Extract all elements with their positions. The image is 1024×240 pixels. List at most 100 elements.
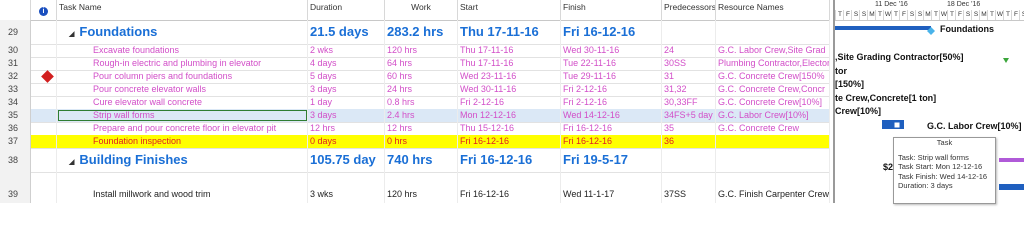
work-cell[interactable]: 24 hrs — [385, 83, 458, 96]
predecessors-cell[interactable]: 31,32 — [662, 83, 716, 96]
start-cell[interactable]: Thu 17-11-16 — [458, 44, 561, 57]
duration-cell[interactable]: 1 day — [308, 96, 385, 109]
task-name-cell[interactable]: Install millwork and wood trim — [57, 172, 308, 203]
table-row[interactable]: 39 Install millwork and wood trim 3 wks … — [0, 172, 830, 203]
table-row[interactable]: 29 ◢ Foundations 21.5 days 283.2 hrs Thu … — [0, 20, 830, 45]
start-cell[interactable]: Wed 23-11-16 — [458, 70, 561, 83]
resource-names-cell[interactable]: G.C. Labor Crew,Site Grad — [716, 44, 830, 57]
start-cell[interactable]: Thu 15-12-16 — [458, 122, 561, 135]
start-cell[interactable]: Mon 12-12-16 — [458, 109, 561, 122]
duration-cell[interactable]: 3 wks — [308, 172, 385, 203]
duration-cell[interactable]: 21.5 days — [308, 20, 385, 44]
task-name-cell[interactable]: Strip wall forms — [57, 109, 308, 122]
work-cell[interactable]: 64 hrs — [385, 57, 458, 70]
resource-names-cell[interactable]: Plumbing Contractor,Elector — [716, 57, 830, 70]
summary-bar[interactable] — [835, 26, 931, 30]
resource-names-cell[interactable] — [716, 20, 830, 44]
column-header-duration[interactable]: Duration — [308, 0, 385, 20]
task-bar-selected[interactable] — [882, 120, 904, 129]
work-cell[interactable]: 2.4 hrs — [385, 109, 458, 122]
task-name-cell[interactable]: Prepare and pour concrete floor in eleva… — [57, 122, 308, 135]
task-name-cell[interactable]: Foundation inspection — [57, 135, 308, 148]
duration-cell[interactable]: 5 days — [308, 70, 385, 83]
resource-names-cell[interactable]: G.C. Concrete Crew[10%] — [716, 96, 830, 109]
collapse-triangle-icon[interactable]: ◢ — [69, 159, 74, 166]
work-cell[interactable]: 120 hrs — [385, 172, 458, 203]
predecessors-cell[interactable] — [662, 148, 716, 172]
duration-cell[interactable]: 2 wks — [308, 44, 385, 57]
start-cell[interactable]: Fri 16-12-16 — [458, 148, 561, 172]
finish-cell[interactable]: Fri 2-12-16 — [561, 83, 662, 96]
finish-cell[interactable]: Fri 16-12-16 — [561, 135, 662, 148]
task-bar[interactable] — [999, 184, 1024, 190]
finish-cell[interactable]: Fri 19-5-17 — [561, 148, 662, 172]
table-row[interactable]: 38 ◢ Building Finishes 105.75 day 740 hrs… — [0, 148, 830, 173]
task-name-cell[interactable]: Pour concrete elevator walls — [57, 83, 308, 96]
column-header-start[interactable]: Start — [458, 0, 561, 20]
resource-names-cell[interactable]: G.C. Concrete Crew[150% — [716, 70, 830, 83]
table-row[interactable]: 30 Excavate foundations 2 wks 120 hrs Th… — [0, 44, 830, 58]
finish-cell[interactable]: Fri 16-12-16 — [561, 20, 662, 44]
start-cell[interactable]: Thu 17-11-16 — [458, 20, 561, 44]
predecessors-cell[interactable]: 31 — [662, 70, 716, 83]
finish-cell[interactable]: Wed 30-11-16 — [561, 44, 662, 57]
work-cell[interactable]: 12 hrs — [385, 122, 458, 135]
start-cell[interactable]: Fri 16-12-16 — [458, 172, 561, 203]
predecessors-cell[interactable]: 37SS — [662, 172, 716, 203]
resource-names-cell[interactable] — [716, 135, 830, 148]
table-row[interactable]: 32 Pour column piers and foundations 5 d… — [0, 70, 830, 84]
task-name-cell[interactable]: Excavate foundations — [57, 44, 308, 57]
start-cell[interactable]: Fri 16-12-16 — [458, 135, 561, 148]
work-cell[interactable]: 0 hrs — [385, 135, 458, 148]
column-header-finish[interactable]: Finish — [561, 0, 662, 20]
resource-names-cell[interactable]: G.C. Concrete Crew — [716, 122, 830, 135]
finish-cell[interactable]: Wed 14-12-16 — [561, 109, 662, 122]
work-cell[interactable]: 120 hrs — [385, 44, 458, 57]
work-cell[interactable]: 0.8 hrs — [385, 96, 458, 109]
finish-cell[interactable]: Wed 11-1-17 — [561, 172, 662, 203]
predecessors-cell[interactable] — [662, 20, 716, 44]
finish-cell[interactable]: Tue 29-11-16 — [561, 70, 662, 83]
task-name-cell[interactable]: Pour column piers and foundations — [57, 70, 308, 83]
predecessors-cell[interactable]: 24 — [662, 44, 716, 57]
duration-cell[interactable]: 105.75 day — [308, 148, 385, 172]
finish-cell[interactable]: Fri 2-12-16 — [561, 96, 662, 109]
table-row-selected[interactable]: 35 Strip wall forms 3 days 2.4 hrs Mon 1… — [0, 109, 830, 123]
task-name-cell[interactable]: Cure elevator wall concrete — [57, 96, 308, 109]
predecessors-cell[interactable]: 30,33FF — [662, 96, 716, 109]
column-header-id[interactable] — [0, 0, 31, 20]
column-header-info[interactable]: i — [31, 0, 57, 20]
start-cell[interactable]: Thu 17-11-16 — [458, 57, 561, 70]
duration-cell[interactable]: 3 days — [308, 109, 385, 122]
column-header-task-name[interactable]: Task Name — [57, 0, 308, 20]
start-cell[interactable]: Wed 30-11-16 — [458, 83, 561, 96]
task-name-cell[interactable]: ◢ Foundations — [57, 20, 308, 44]
predecessors-cell[interactable]: 35 — [662, 122, 716, 135]
collapse-triangle-icon[interactable]: ◢ — [69, 31, 74, 38]
column-header-work[interactable]: Work — [385, 0, 458, 20]
duration-cell[interactable]: 12 hrs — [308, 122, 385, 135]
task-name-cell[interactable]: ◢ Building Finishes — [57, 148, 308, 172]
predecessors-cell[interactable]: 36 — [662, 135, 716, 148]
resource-names-cell[interactable]: G.C. Finish Carpenter Crew — [716, 172, 830, 203]
summary-bar-building-finishes[interactable] — [999, 158, 1024, 162]
table-row[interactable]: 37 Foundation inspection 0 days 0 hrs Fr… — [0, 135, 830, 149]
table-row[interactable]: 31 Rough-in electric and plumbing in ele… — [0, 57, 830, 71]
start-cell[interactable]: Fri 2-12-16 — [458, 96, 561, 109]
column-header-resource-names[interactable]: Resource Names — [716, 0, 830, 20]
work-cell[interactable]: 740 hrs — [385, 148, 458, 172]
task-name-cell[interactable]: Rough-in electric and plumbing in elevat… — [57, 57, 308, 70]
duration-cell[interactable]: 0 days — [308, 135, 385, 148]
predecessors-cell[interactable]: 30SS — [662, 57, 716, 70]
finish-cell[interactable]: Tue 22-11-16 — [561, 57, 662, 70]
finish-cell[interactable]: Fri 16-12-16 — [561, 122, 662, 135]
duration-cell[interactable]: 3 days — [308, 83, 385, 96]
work-cell[interactable]: 283.2 hrs — [385, 20, 458, 44]
predecessors-cell[interactable]: 34FS+5 day — [662, 109, 716, 122]
work-cell[interactable]: 60 hrs — [385, 70, 458, 83]
resource-names-cell[interactable]: G.C. Concrete Crew,Concr — [716, 83, 830, 96]
table-row[interactable]: 33 Pour concrete elevator walls 3 days 2… — [0, 83, 830, 97]
resource-names-cell[interactable] — [716, 148, 830, 172]
table-row[interactable]: 34 Cure elevator wall concrete 1 day 0.8… — [0, 96, 830, 110]
table-row[interactable]: 36 Prepare and pour concrete floor in el… — [0, 122, 830, 136]
